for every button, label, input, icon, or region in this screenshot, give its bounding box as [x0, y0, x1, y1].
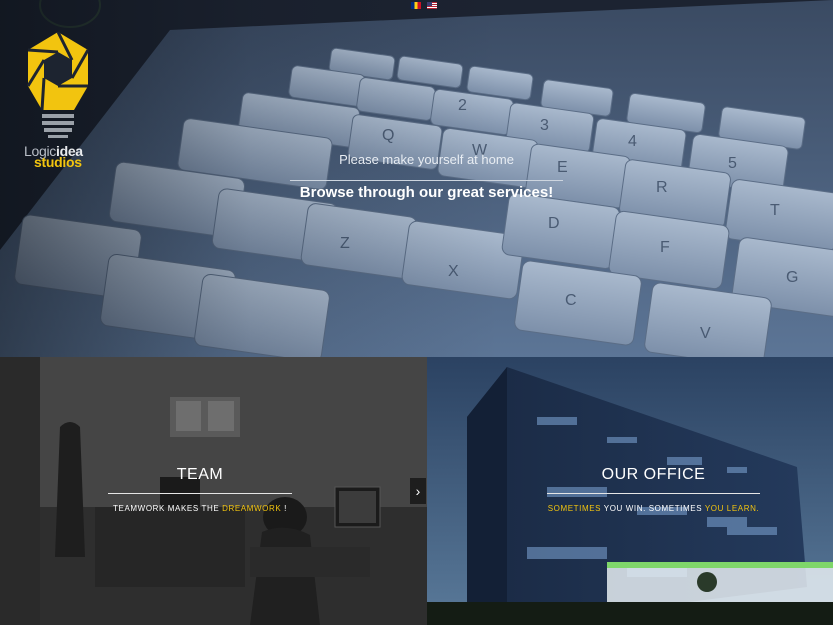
next-arrow-button[interactable]: › — [410, 478, 426, 504]
office-panel[interactable] — [427, 357, 833, 625]
team-title: TEAM — [176, 466, 224, 483]
language-switcher — [411, 2, 437, 9]
office-subtitle: SOMETIMES YOU WIN. SOMETIMES YOU LEARN. — [547, 504, 760, 513]
romanian-flag-icon[interactable] — [411, 2, 421, 9]
office-divider — [547, 493, 760, 494]
lightbulb-aperture-icon — [26, 31, 90, 138]
hero-tagline: Please make yourself at home — [339, 152, 514, 167]
hero-headline: Browse through our great services! — [299, 184, 554, 201]
team-panel[interactable] — [0, 357, 427, 625]
hero-banner: QWE RTZ XDF CVG 3245 — [0, 0, 833, 357]
logo-text-bottom: studios — [34, 154, 82, 170]
hero-overlay — [0, 0, 833, 357]
logo[interactable]: Logicidea studios — [22, 30, 94, 170]
office-title: OUR OFFICE — [601, 466, 706, 483]
team-divider — [108, 493, 292, 494]
chevron-right-icon: › — [415, 483, 421, 499]
hero-divider — [290, 180, 563, 181]
office-building-photo — [427, 357, 833, 625]
team-subtitle: TEAMWORK MAKES THE DREAMWORK ! — [113, 504, 287, 513]
team-office-photo — [0, 357, 427, 625]
us-flag-icon[interactable] — [427, 2, 437, 9]
